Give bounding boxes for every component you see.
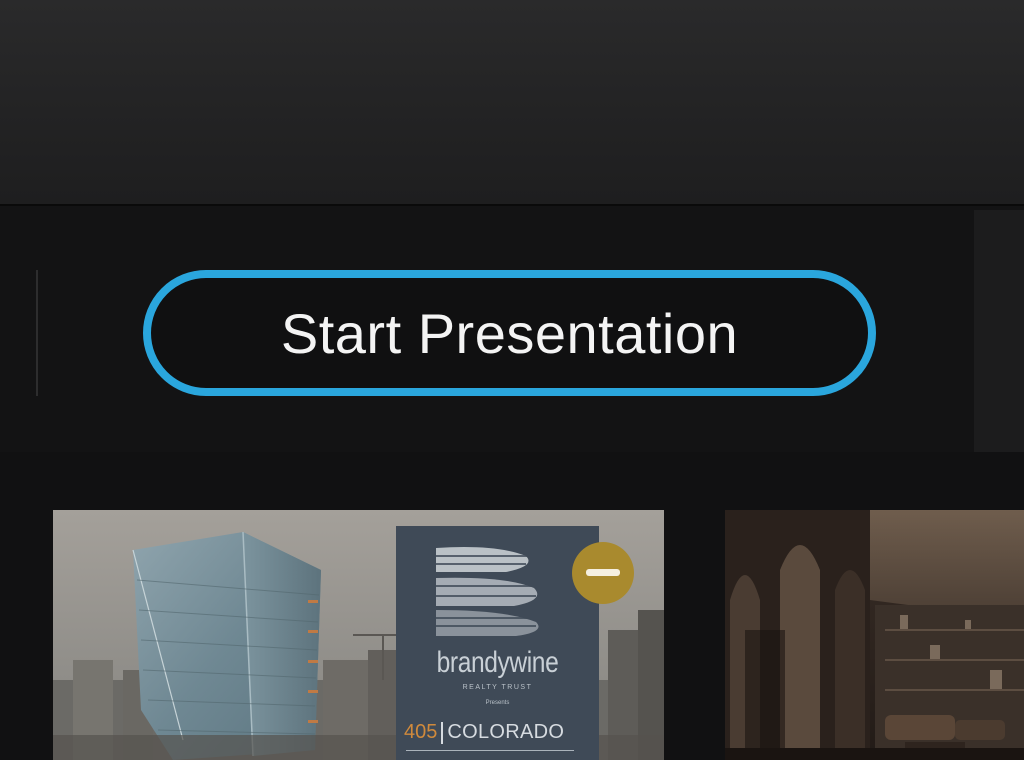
address-underline [406,750,574,751]
toolbar-divider [36,270,38,396]
slides-grid: brandywine REALTY TRUST Presents 405 COL… [0,452,1024,760]
brand-address: 405 COLORADO [404,721,594,744]
minus-icon[interactable] [572,542,634,604]
slide-thumbnail[interactable] [725,510,1024,760]
address-street: COLORADO [447,721,565,743]
toolbar-side-panel [974,210,1024,452]
start-presentation-label: Start Presentation [280,301,739,365]
brand-presents: Presents [485,700,510,706]
presentation-screen: Start Presentation brandywine REALTY TRU… [0,0,1024,760]
address-number: 405 [404,721,438,743]
top-bar [0,0,1024,206]
start-presentation-button[interactable]: Start Presentation [143,270,876,396]
address-divider [441,721,444,744]
slide-thumbnail[interactable]: brandywine REALTY TRUST Presents 405 COL… [53,510,664,760]
brand-card: brandywine REALTY TRUST Presents 405 COL… [396,526,599,760]
toolbar: Start Presentation [0,206,1024,452]
brand-subtitle: REALTY TRUST [462,684,533,691]
interior-lounge-image [725,510,1024,760]
brand-name: brandywine [436,646,559,679]
brand-logo-mark [436,547,539,636]
